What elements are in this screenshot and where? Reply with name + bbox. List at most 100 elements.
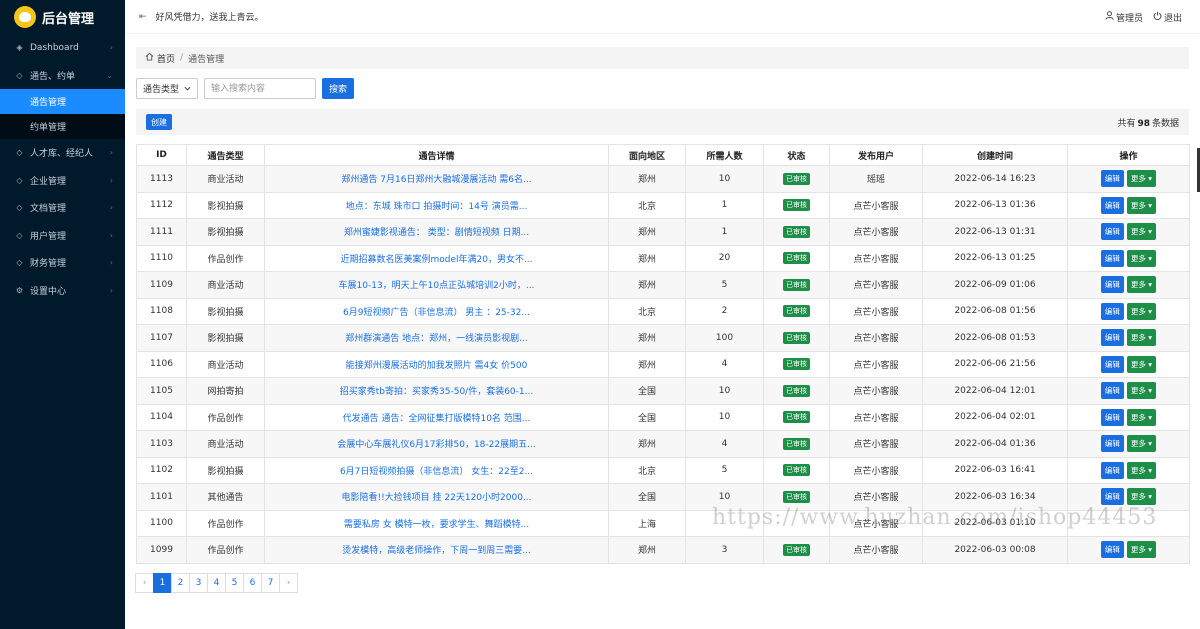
cell-status [763,509,830,537]
edit-button[interactable]: 编辑 [1100,170,1124,188]
cell-detail[interactable]: 6月9短视频广告（非信息流） 男主 ：25-32... [264,297,609,325]
edit-button[interactable]: 编辑 [1100,355,1124,373]
more-dropdown-button[interactable]: 更多 ▾ [1126,541,1157,559]
more-label: 更多 [1130,492,1146,502]
cell-type: 商业活动 [186,350,265,378]
cell-region: 北京 [608,456,686,484]
caret-down-icon: ▾ [1145,227,1153,237]
caret-down-icon: ▾ [1145,280,1153,290]
more-dropdown-button[interactable]: 更多 ▾ [1126,435,1157,453]
more-dropdown-button[interactable]: 更多 ▾ [1126,196,1157,214]
cell-region: 郑州 [608,430,686,458]
cell-detail[interactable]: 近期招募数名医美案例model年满20，男女不... [264,244,609,272]
more-dropdown-button[interactable]: 更多 ▾ [1126,329,1157,347]
more-dropdown-button[interactable]: 更多 ▾ [1126,488,1157,506]
caret-down-icon: ▾ [1145,439,1153,449]
sidebar-item-documents[interactable]: ◇ 文档管理 › [0,194,125,222]
more-dropdown-button[interactable]: 更多 ▾ [1126,302,1157,320]
sidebar-subitem-notice-management[interactable]: 通告管理 [0,89,125,114]
cell-type: 影视拍摄 [186,191,265,219]
cell-status: 已审核 [763,350,830,378]
sidebar-subitem-order-management[interactable]: 约单管理 [0,114,125,139]
cell-count: 10 [685,403,764,431]
cell-region: 全国 [608,483,686,511]
cell-status: 已审核 [763,536,830,564]
more-label: 更多 [1130,306,1146,316]
page-button[interactable]: 7 [261,573,280,593]
page-button[interactable]: 2 [171,573,190,593]
edit-button[interactable]: 编辑 [1100,302,1124,320]
edit-button[interactable]: 编辑 [1100,382,1124,400]
cell-detail[interactable]: 烫发模特，高级老师操作，下周一到周三需要... [264,536,609,564]
chevron-right-icon: › [109,230,113,240]
edit-button[interactable]: 编辑 [1100,435,1124,453]
table-row: 1103 商业活动 会展中心车展礼仪6月17彩排50，18-22展期五... 郑州 4 已… [136,430,1190,458]
sidebar-item-notices-orders[interactable]: ◇ 通告、约单 ⌄ [0,62,125,90]
sidebar-item-label: Dashboard [30,42,79,53]
edit-button[interactable]: 编辑 [1100,276,1124,294]
cell-detail[interactable]: 郑州蜜婕影视通告： 类型：剧情短视频 日期... [264,218,609,246]
sidebar-item-label: 人才库、经纪人 [30,149,94,160]
edit-button[interactable]: 编辑 [1100,408,1124,426]
cell-detail[interactable]: 招买家秀tb寄拍：买家秀35-50/件，套装60-1... [264,377,609,405]
cell-detail[interactable]: 6月7日短视频拍摄（非信息流） 女生：22至2... [264,456,609,484]
breadcrumb-home[interactable]: 首页 [157,52,175,65]
notice-type-select[interactable]: 通告类型 [136,78,198,99]
page-button[interactable]: 5 [225,573,244,593]
prev-page-button[interactable]: ‹ [135,573,154,593]
menu-fold-icon[interactable]: ⇤ [139,12,147,22]
logout-button[interactable]: 退出 [1153,11,1182,24]
edit-button[interactable]: 编辑 [1100,488,1124,506]
cell-detail[interactable]: 郑州群演通告 地点：郑州，一线演员影视剧... [264,324,609,352]
more-dropdown-button[interactable]: 更多 ▾ [1126,276,1157,294]
create-button[interactable]: 创建 [146,114,172,130]
user-menu[interactable]: 管理员 [1105,11,1143,24]
page-button[interactable]: 4 [207,573,226,593]
edit-button[interactable]: 编辑 [1100,196,1124,214]
more-dropdown-button[interactable]: 更多 ▾ [1126,223,1157,241]
cell-detail[interactable]: 地点：东城 珠市口 拍摄时间：14号 演员需... [264,191,609,219]
caret-down-icon: ▾ [1145,253,1153,263]
cell-detail[interactable]: 会展中心车展礼仪6月17彩排50，18-22展期五... [264,430,609,458]
sidebar-item-enterprise[interactable]: ◇ 企业管理 › [0,167,125,195]
sidebar-item-settings[interactable]: ⚙ 设置中心 › [0,277,125,305]
cell-status: 已审核 [763,191,830,219]
more-dropdown-button[interactable]: 更多 ▾ [1126,408,1157,426]
sidebar-item-dashboard[interactable]: ◈ Dashboard › [0,34,125,62]
cell-region: 全国 [608,403,686,431]
sidebar-item-users[interactable]: ◇ 用户管理 › [0,222,125,250]
search-button[interactable]: 搜索 [322,78,355,99]
cell-type: 作品创作 [186,536,265,564]
edit-button[interactable]: 编辑 [1100,249,1124,267]
cell-detail[interactable]: 代发通告 通告：全网征集打版模特10名 范围... [264,403,609,431]
cell-detail[interactable]: 电影陪看!!大捡钱项目 挂 22天120小时2000... [264,483,609,511]
edit-button[interactable]: 编辑 [1100,541,1124,559]
more-dropdown-button[interactable]: 更多 ▾ [1126,382,1157,400]
sidebar: 后台管理 ◈ Dashboard › ◇ 通告、约单 ⌄ 通告管理 约单管理 ◇… [0,0,125,629]
caret-down-icon: ▾ [1145,333,1153,343]
filter-bar: 通告类型 搜索 [136,78,355,99]
more-label: 更多 [1130,280,1146,290]
cell-user: 点芒小客服 [829,456,923,484]
app-title: 后台管理 [42,11,95,27]
page-button[interactable]: 3 [189,573,208,593]
cell-detail[interactable]: 能接郑州漫展活动的加我发照片 需4女 价500 [264,350,609,378]
more-dropdown-button[interactable]: 更多 ▾ [1126,249,1157,267]
page-button[interactable]: 1 [153,573,172,593]
edit-button[interactable]: 编辑 [1100,223,1124,241]
cell-count: 4 [685,350,764,378]
more-dropdown-button[interactable]: 更多 ▾ [1126,170,1157,188]
status-badge: 已审核 [783,225,810,238]
page-button[interactable]: 6 [243,573,262,593]
sidebar-item-finance[interactable]: ◇ 财务管理 › [0,249,125,277]
cell-detail[interactable]: 车展10-13，明天上午10点正弘城培训2小时，... [264,271,609,299]
cell-detail[interactable]: 需要私房 女 模特一枚，要求学生、舞蹈模特... [264,509,609,537]
edit-button[interactable]: 编辑 [1100,461,1124,479]
next-page-button[interactable]: › [279,573,298,593]
more-dropdown-button[interactable]: 更多 ▾ [1126,355,1157,373]
edit-button[interactable]: 编辑 [1100,329,1124,347]
sidebar-item-talent-agents[interactable]: ◇ 人才库、经纪人 › [0,139,125,167]
search-input[interactable] [204,78,316,99]
more-dropdown-button[interactable]: 更多 ▾ [1126,461,1157,479]
cell-detail[interactable]: 郑州通告 7月16日郑州大融城漫展活动 需6名... [264,165,609,193]
